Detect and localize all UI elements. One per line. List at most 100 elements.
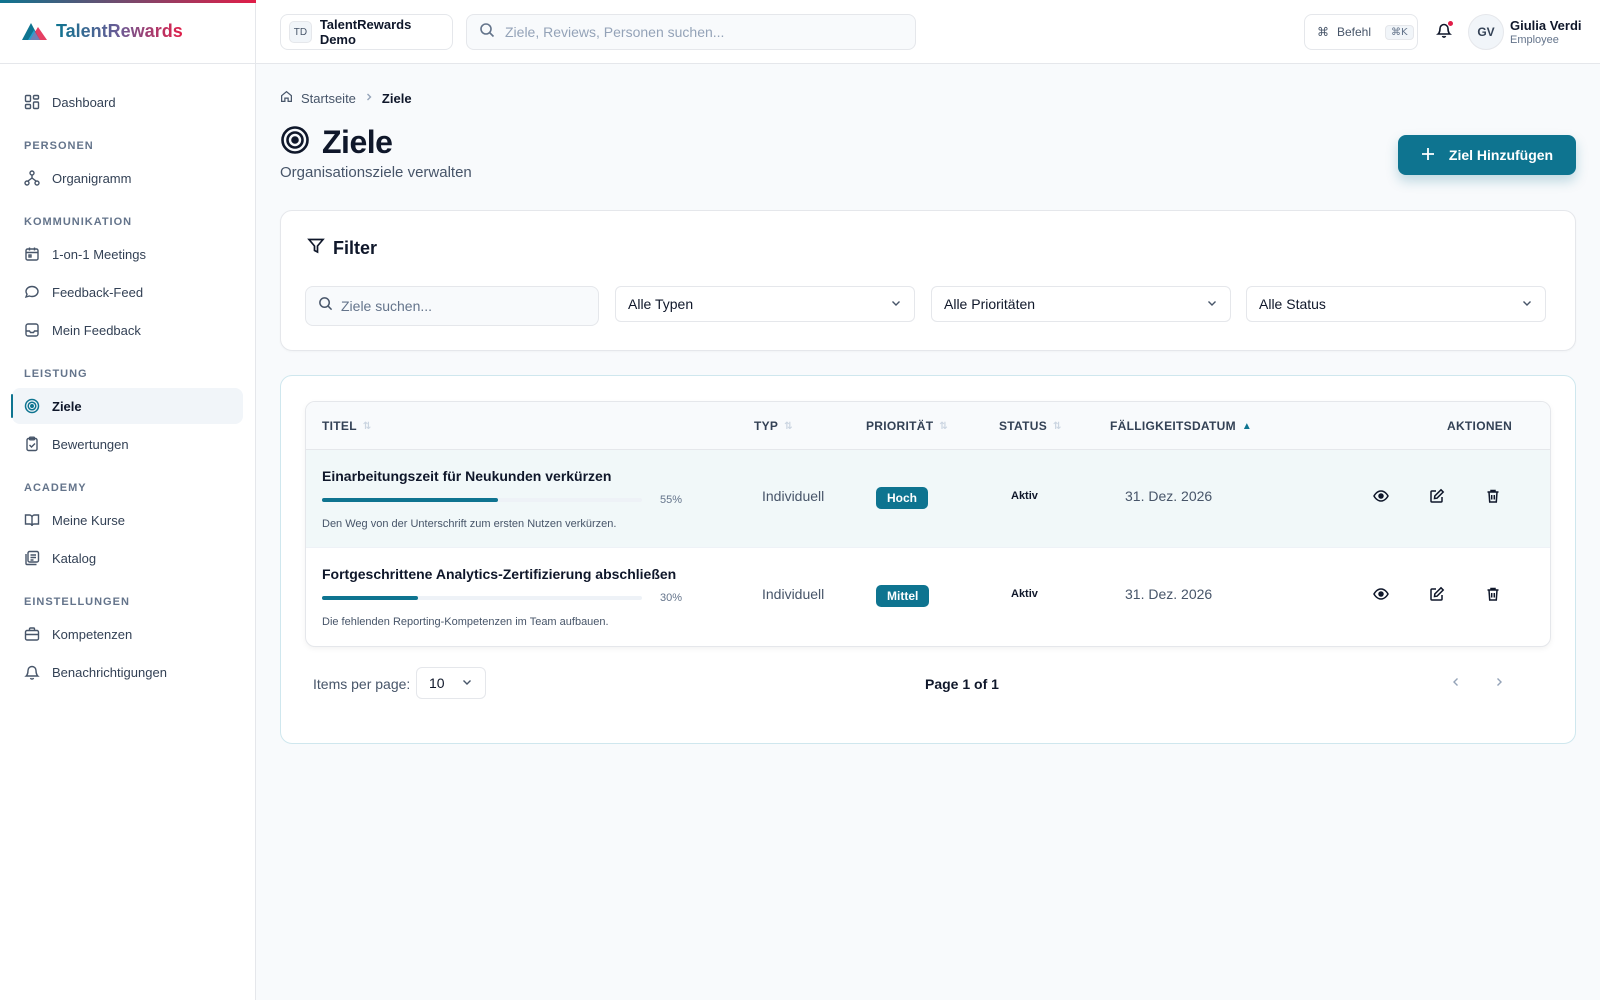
sidebar-nav: Dashboard PERSONEN Organigramm KOMMUNIKA… bbox=[0, 64, 255, 690]
sort-icon: ⇅ bbox=[362, 420, 372, 432]
user-info[interactable]: Giulia Verdi Employee bbox=[1510, 18, 1582, 46]
nav-section-kommunikation: KOMMUNIKATION bbox=[24, 216, 133, 228]
chevron-right-icon bbox=[364, 91, 374, 105]
chat-bubble-icon bbox=[24, 284, 40, 300]
next-page-button[interactable] bbox=[1488, 673, 1510, 695]
add-goal-label: Ziel Hinzufügen bbox=[1448, 147, 1554, 163]
delete-button[interactable] bbox=[1481, 584, 1505, 608]
items-per-page-value: 10 bbox=[429, 675, 445, 691]
sidebar-item-mein-feedback[interactable]: Mein Feedback bbox=[12, 312, 243, 348]
goal-due-date: 31. Dez. 2026 bbox=[1125, 586, 1213, 602]
sidebar-item-label: Dashboard bbox=[52, 94, 116, 110]
page-title-row: Ziele bbox=[280, 124, 393, 161]
items-per-page-label: Items per page: bbox=[313, 676, 411, 692]
status-badge: Aktiv bbox=[1011, 490, 1038, 502]
filter-header: Filter bbox=[307, 237, 377, 260]
sidebar-item-meine-kurse[interactable]: Meine Kurse bbox=[12, 502, 243, 538]
global-search[interactable] bbox=[466, 14, 916, 50]
edit-icon bbox=[1429, 586, 1445, 607]
sort-icon: ⇅ bbox=[939, 420, 949, 432]
column-label: TYP bbox=[754, 419, 779, 433]
sidebar-item-katalog[interactable]: Katalog bbox=[12, 540, 243, 576]
command-button[interactable]: ⌘ Befehl ⌘K bbox=[1304, 14, 1418, 50]
goal-progress-label: 30% bbox=[660, 592, 683, 604]
goal-title[interactable]: Einarbeitungszeit für Neukunden verkürze… bbox=[322, 468, 611, 484]
filter-icon bbox=[307, 237, 325, 260]
status-select-value: Alle Status bbox=[1259, 296, 1326, 312]
brand[interactable]: TalentRewards bbox=[0, 0, 255, 64]
items-per-page-select[interactable]: 10 bbox=[416, 667, 486, 699]
type-select-value: Alle Typen bbox=[628, 296, 694, 312]
edit-button[interactable] bbox=[1425, 584, 1449, 608]
sidebar: TalentRewards Dashboard PERSONEN Organig… bbox=[0, 0, 256, 1000]
sidebar-item-label: Meine Kurse bbox=[52, 512, 125, 528]
sort-icon: ⇅ bbox=[1053, 420, 1062, 432]
column-label: TITEL bbox=[322, 419, 357, 433]
column-header-due-date[interactable]: FÄLLIGKEITSDATUM ▲ bbox=[1110, 402, 1252, 450]
view-button[interactable] bbox=[1369, 486, 1393, 510]
workspace-switcher[interactable]: TD TalentRewards Demo bbox=[280, 14, 453, 50]
sidebar-item-meetings[interactable]: 1-on-1 Meetings bbox=[12, 236, 243, 272]
briefcase-icon bbox=[24, 626, 40, 642]
breadcrumb-current: Ziele bbox=[381, 90, 412, 106]
add-goal-button[interactable]: Ziel Hinzufügen bbox=[1398, 135, 1576, 175]
avatar[interactable]: GV bbox=[1468, 14, 1504, 50]
workspace-badge: TD bbox=[289, 21, 312, 43]
chevron-left-icon bbox=[1450, 675, 1462, 693]
page-info: Page 1 of 1 bbox=[925, 676, 999, 692]
view-button[interactable] bbox=[1369, 584, 1393, 608]
accent-bar bbox=[0, 0, 256, 3]
global-search-input[interactable] bbox=[505, 24, 905, 40]
column-label: PRIORITÄT bbox=[866, 419, 934, 433]
goal-description: Die fehlenden Reporting-Kompetenzen im T… bbox=[322, 616, 609, 628]
column-header-status[interactable]: STATUS ⇅ bbox=[999, 402, 1062, 450]
type-select[interactable]: Alle Typen bbox=[615, 286, 915, 322]
brand-name: TalentRewards bbox=[56, 21, 183, 41]
goal-search-input[interactable] bbox=[341, 298, 581, 314]
status-badge: Aktiv bbox=[1011, 588, 1038, 600]
goal-type: Individuell bbox=[762, 586, 825, 602]
chevron-down-icon bbox=[1521, 296, 1533, 312]
column-label: STATUS bbox=[999, 419, 1048, 433]
edit-button[interactable] bbox=[1425, 486, 1449, 510]
sidebar-item-ziele[interactable]: Ziele bbox=[11, 388, 243, 424]
sidebar-item-benachrichtigungen[interactable]: Benachrichtigungen bbox=[12, 654, 243, 690]
command-label: Befehl bbox=[1337, 25, 1372, 39]
goal-search[interactable] bbox=[305, 286, 599, 326]
sidebar-item-feedback-feed[interactable]: Feedback-Feed bbox=[12, 274, 243, 310]
goal-title[interactable]: Fortgeschrittene Analytics-Zertifizierun… bbox=[322, 566, 676, 582]
sidebar-item-organigramm[interactable]: Organigramm bbox=[12, 160, 243, 196]
delete-button[interactable] bbox=[1481, 486, 1505, 510]
column-header-type[interactable]: TYP ⇅ bbox=[754, 402, 793, 450]
book-open-icon bbox=[24, 512, 40, 528]
column-label: AKTIONEN bbox=[1447, 419, 1513, 433]
sidebar-item-bewertungen[interactable]: Bewertungen bbox=[12, 426, 243, 462]
sort-ascending-icon: ▲ bbox=[1241, 420, 1253, 432]
notifications-button[interactable] bbox=[1432, 20, 1456, 44]
priority-badge: Hoch bbox=[876, 487, 928, 509]
nav-section-leistung: LEISTUNG bbox=[24, 368, 88, 380]
calendar-icon bbox=[24, 246, 40, 262]
workspace-name: TalentRewards Demo bbox=[319, 17, 412, 47]
table-row[interactable]: Einarbeitungszeit für Neukunden verkürze… bbox=[306, 450, 1550, 548]
search-icon bbox=[318, 296, 333, 316]
goals-table-card: TITEL ⇅ TYP ⇅ PRIORITÄT ⇅ STATUS ⇅ FÄLLI… bbox=[280, 375, 1576, 744]
column-header-title[interactable]: TITEL ⇅ bbox=[322, 402, 372, 450]
sidebar-item-label: Katalog bbox=[52, 550, 97, 566]
goal-progress-bar bbox=[322, 596, 642, 600]
sidebar-item-label: Organigramm bbox=[52, 170, 132, 186]
breadcrumb-home[interactable]: Startseite bbox=[301, 91, 356, 106]
status-select[interactable]: Alle Status bbox=[1246, 286, 1546, 322]
clipboard-check-icon bbox=[24, 436, 40, 452]
pagination: Items per page: 10 Page 1 of 1 bbox=[305, 667, 1551, 701]
sidebar-item-dashboard[interactable]: Dashboard bbox=[12, 84, 243, 120]
table-row[interactable]: Fortgeschrittene Analytics-Zertifizierun… bbox=[306, 548, 1550, 646]
goal-progress-bar bbox=[322, 498, 642, 502]
page-subtitle: Organisationsziele verwalten bbox=[280, 164, 472, 181]
column-header-actions: AKTIONEN bbox=[1447, 402, 1512, 450]
priority-select[interactable]: Alle Prioritäten bbox=[931, 286, 1231, 322]
trash-icon bbox=[1485, 488, 1501, 509]
sidebar-item-kompetenzen[interactable]: Kompetenzen bbox=[12, 616, 243, 652]
column-header-priority[interactable]: PRIORITÄT ⇅ bbox=[866, 402, 948, 450]
previous-page-button[interactable] bbox=[1445, 673, 1467, 695]
